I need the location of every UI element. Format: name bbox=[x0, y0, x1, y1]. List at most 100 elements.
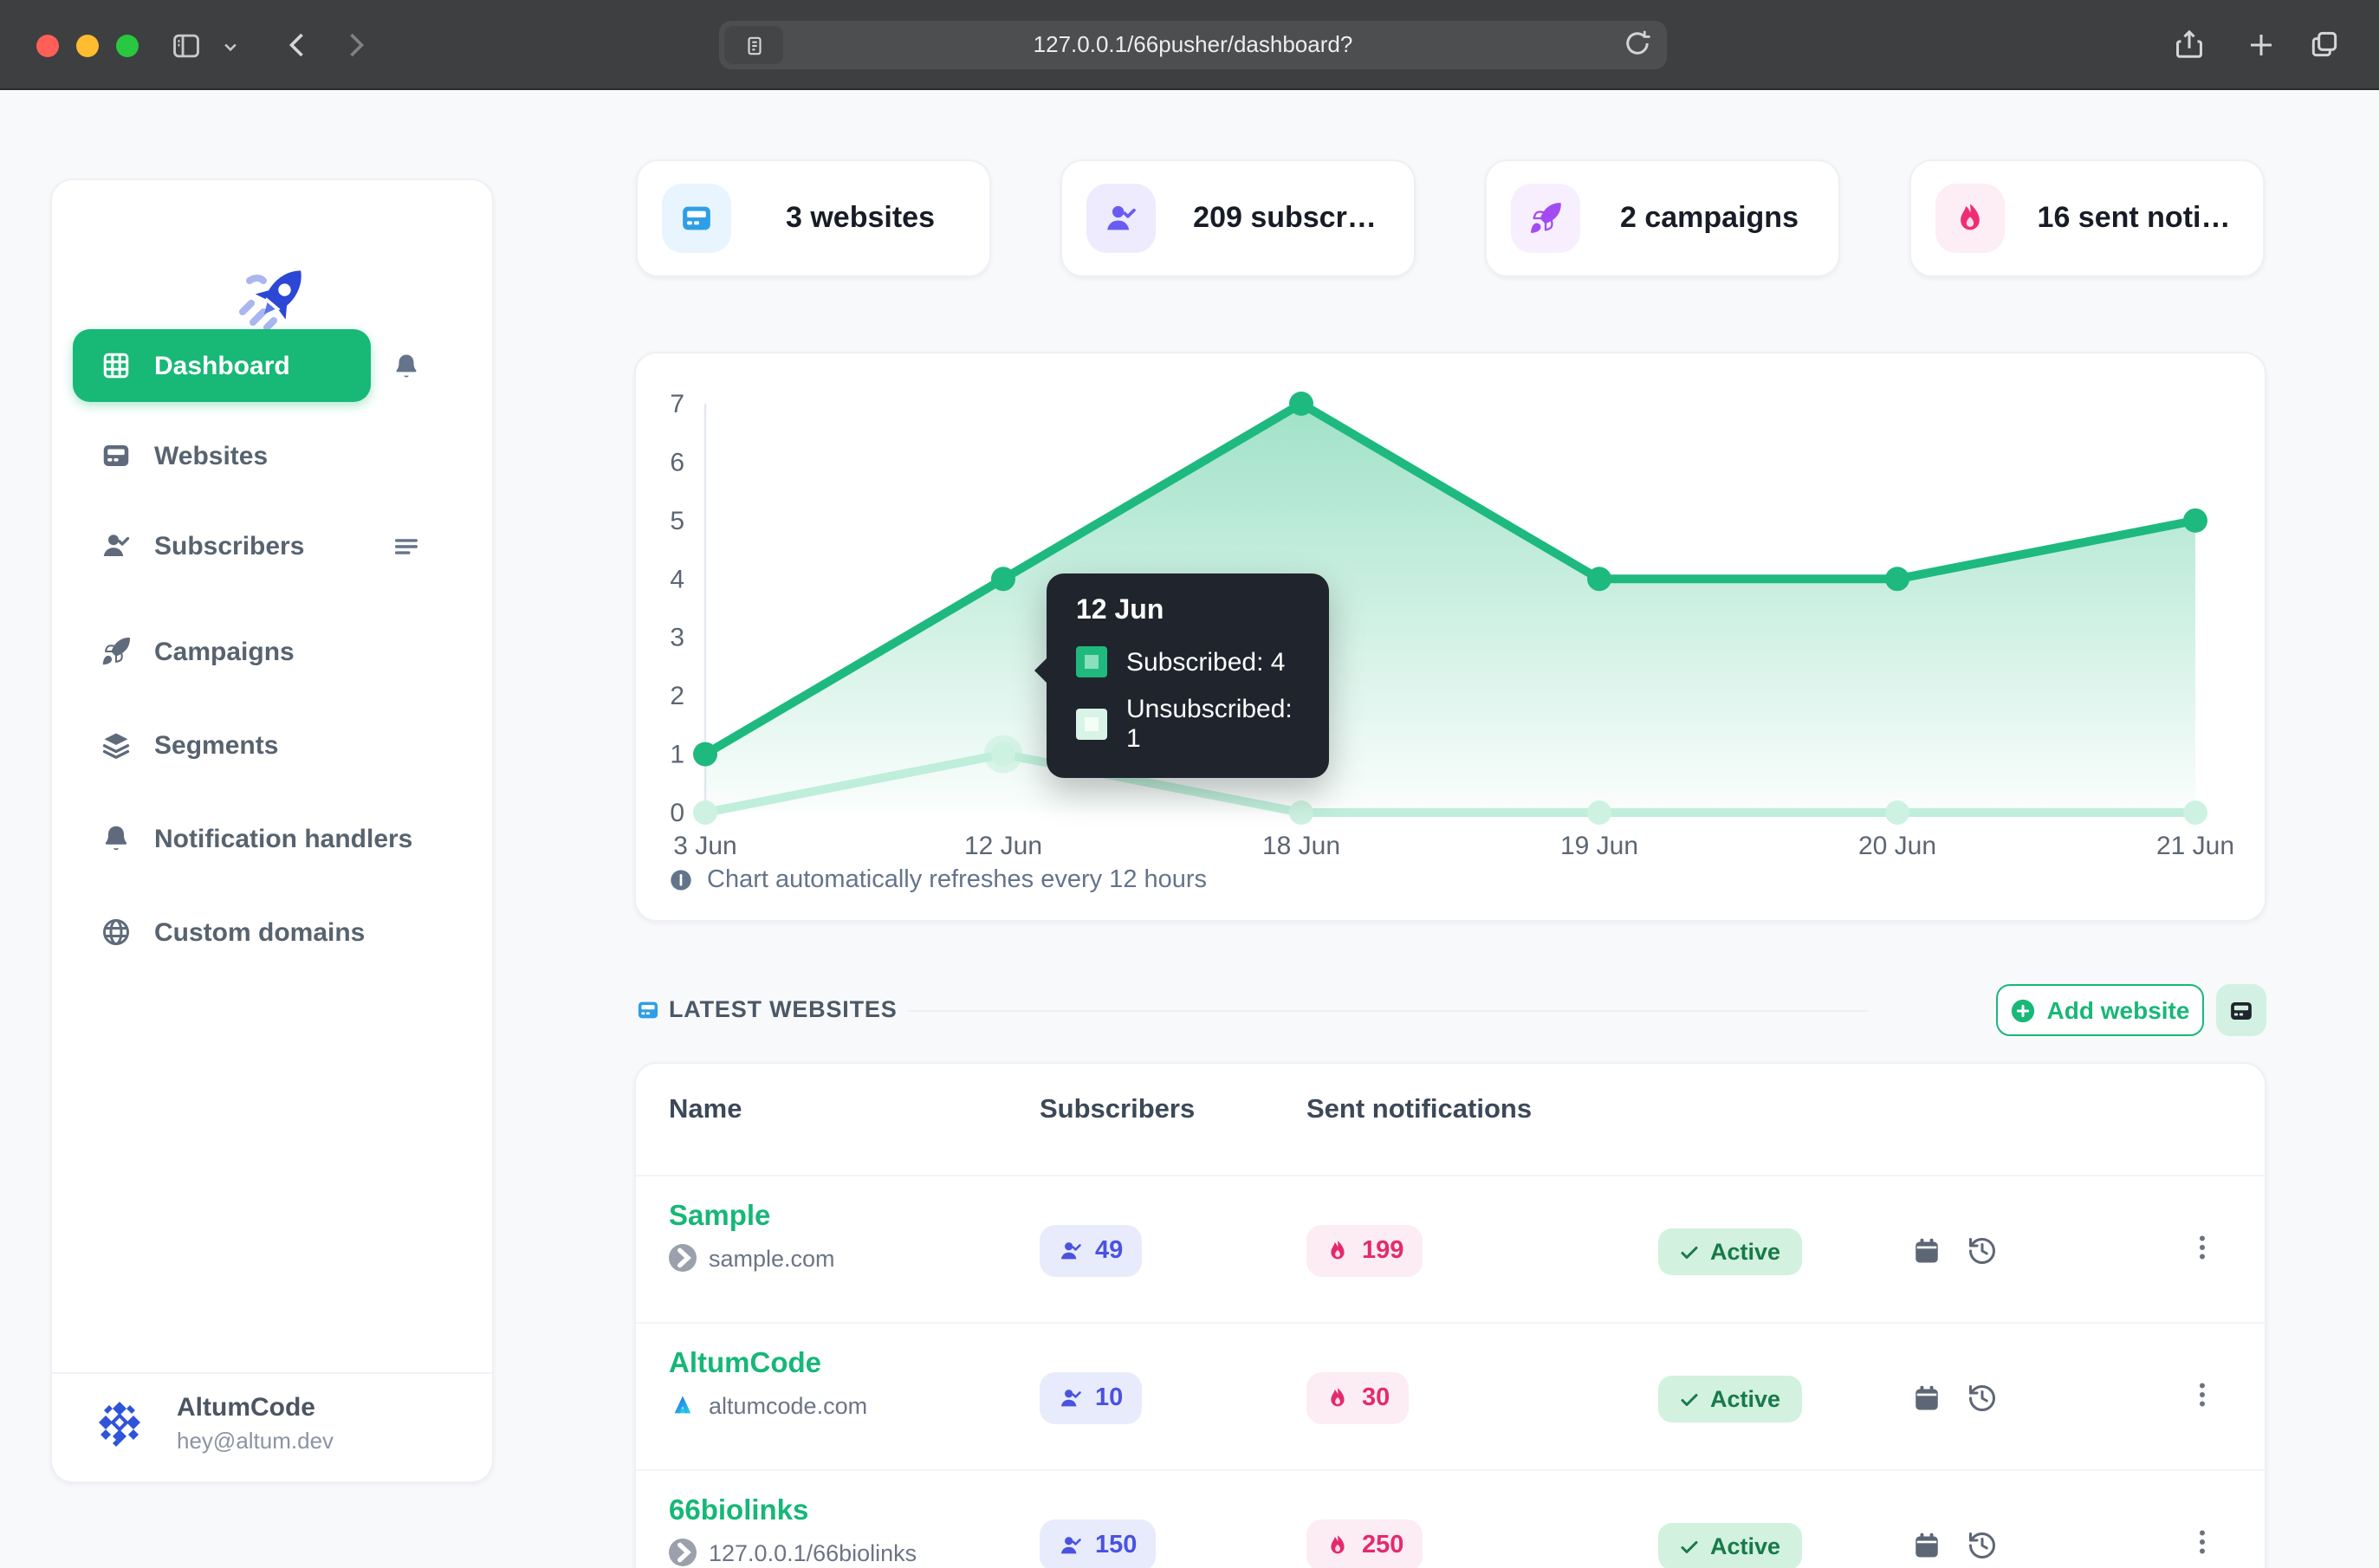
row-menu-button[interactable] bbox=[2187, 1379, 2218, 1410]
chart-tooltip: 12 Jun Subscribed: 4 Unsubscribed: 1 bbox=[1034, 573, 1329, 778]
website-name-link[interactable]: Sample bbox=[669, 1201, 835, 1234]
stat-label: 3 websites bbox=[786, 201, 935, 234]
sidebar-item-label: Dashboard bbox=[154, 351, 290, 380]
section-title-text: LATEST WEBSITES bbox=[669, 996, 898, 1022]
card-icon bbox=[2228, 997, 2254, 1023]
stat-label: 16 sent noti… bbox=[2037, 201, 2231, 234]
header-divider bbox=[908, 1010, 1868, 1012]
website-url[interactable]: 127.0.0.1/66biolinks bbox=[669, 1539, 917, 1566]
calendar-button[interactable] bbox=[1911, 1235, 1942, 1267]
tooltip-title: 12 Jun bbox=[1076, 596, 1164, 625]
tab-overview-icon[interactable] bbox=[2308, 28, 2341, 61]
bell-icon bbox=[100, 823, 132, 854]
svg-text:21 Jun: 21 Jun bbox=[2156, 832, 2234, 860]
sidebar-item-dashboard[interactable]: Dashboard bbox=[73, 329, 371, 402]
sidebar-item-campaigns[interactable]: Campaigns bbox=[73, 615, 371, 688]
subscribers-chart[interactable]: 0 1 2 3 4 5 6 7 3 Jun 12 Jun 18 Jun 19 Jun 20 Jun 21 … bbox=[636, 353, 2268, 863]
browser-chrome: 127.0.0.1/66pusher/dashboard? bbox=[0, 0, 2379, 90]
website-url-text: altumcode.com bbox=[709, 1392, 868, 1418]
info-icon bbox=[669, 868, 693, 892]
url-text[interactable]: 127.0.0.1/66pusher/dashboard? bbox=[788, 21, 1598, 69]
chevron-down-icon[interactable] bbox=[222, 38, 239, 55]
svg-text:1: 1 bbox=[670, 741, 684, 769]
website-name-link[interactable]: AltumCode bbox=[669, 1348, 867, 1381]
tooltip-arrow bbox=[1034, 657, 1048, 684]
websites-list-button[interactable] bbox=[2216, 984, 2266, 1036]
forward-button[interactable] bbox=[340, 29, 371, 61]
flame-icon bbox=[1326, 1533, 1350, 1558]
tooltip-row: Unsubscribed: 1 bbox=[1076, 695, 1305, 754]
subscribers-badge: 49 bbox=[1040, 1225, 1143, 1277]
sidebar-item-subscribers[interactable]: Subscribers bbox=[73, 509, 371, 582]
table-row-altumcode: AltumCode altumcode.com 10 30 Active bbox=[636, 1322, 2268, 1471]
flame-icon bbox=[1326, 1386, 1350, 1410]
svg-text:4: 4 bbox=[670, 565, 684, 593]
grid-icon bbox=[100, 350, 132, 381]
subscribers-badge: 10 bbox=[1040, 1372, 1143, 1424]
website-url[interactable]: sample.com bbox=[669, 1244, 835, 1272]
sidebar-item-custom-domains[interactable]: Custom domains bbox=[73, 896, 371, 969]
user-account[interactable]: AltumCode hey@altum.dev bbox=[90, 1393, 334, 1454]
stat-label: 209 subscr… bbox=[1193, 201, 1377, 234]
user-check-icon bbox=[1059, 1533, 1083, 1558]
table-row-66biolinks: 66biolinks 127.0.0.1/66biolinks 150 250 Acti… bbox=[636, 1469, 2268, 1568]
add-website-label: Add website bbox=[2046, 996, 2190, 1024]
menu-icon[interactable] bbox=[392, 531, 421, 560]
dashboard-page: Dashboard Websites Subscribers Campaigns Seg… bbox=[0, 90, 2379, 1568]
reader-icon[interactable] bbox=[724, 26, 783, 64]
zoom-window-button[interactable] bbox=[115, 34, 138, 56]
card-icon bbox=[100, 440, 132, 471]
svg-text:6: 6 bbox=[670, 448, 684, 476]
sidebar-item-notification-handlers[interactable]: Notification handlers bbox=[73, 802, 412, 875]
sidebar-item-label: Campaigns bbox=[154, 637, 295, 666]
row-menu-button[interactable] bbox=[2187, 1232, 2218, 1263]
chart-refresh-note: Chart automatically refreshes every 12 h… bbox=[669, 866, 1207, 894]
check-icon bbox=[1679, 1536, 1700, 1557]
website-name-link[interactable]: 66biolinks bbox=[669, 1495, 917, 1528]
new-tab-icon[interactable] bbox=[2246, 29, 2277, 61]
close-window-button[interactable] bbox=[36, 34, 58, 56]
rocket-icon bbox=[100, 636, 132, 667]
history-button[interactable] bbox=[1967, 1530, 1998, 1561]
stat-card-2-campaigns[interactable]: 2 campaigns bbox=[1485, 159, 1840, 277]
website-name-cell: 66biolinks 127.0.0.1/66biolinks bbox=[669, 1495, 917, 1566]
svg-text:19 Jun: 19 Jun bbox=[1560, 832, 1638, 860]
add-website-button[interactable]: Add website bbox=[1996, 984, 2204, 1036]
back-button[interactable] bbox=[282, 29, 314, 61]
status-badge: Active bbox=[1658, 1228, 1802, 1275]
sidebar-item-segments[interactable]: Segments bbox=[73, 709, 371, 781]
chevron-right-icon bbox=[669, 1539, 697, 1566]
sidebar-item-label: Custom domains bbox=[154, 917, 366, 947]
sidebar: Dashboard Websites Subscribers Campaigns Seg… bbox=[50, 178, 496, 1483]
avatar bbox=[90, 1394, 149, 1453]
website-favicon bbox=[669, 1391, 697, 1419]
website-url[interactable]: altumcode.com bbox=[669, 1391, 867, 1419]
column-header-name: Name bbox=[669, 1095, 742, 1124]
address-bar[interactable]: 127.0.0.1/66pusher/dashboard? bbox=[719, 21, 1667, 69]
calendar-button[interactable] bbox=[1911, 1530, 1942, 1561]
svg-text:20 Jun: 20 Jun bbox=[1858, 832, 1936, 860]
card-icon bbox=[662, 184, 731, 253]
history-button[interactable] bbox=[1967, 1383, 1998, 1414]
sent-notifications-badge: 30 bbox=[1306, 1372, 1410, 1424]
svg-text:3 Jun: 3 Jun bbox=[673, 832, 736, 860]
share-icon[interactable] bbox=[2173, 26, 2206, 62]
flame-icon bbox=[1935, 184, 2005, 253]
stat-card-3-websites[interactable]: 3 websites bbox=[636, 159, 991, 277]
svg-text:7: 7 bbox=[670, 390, 684, 418]
rocket-icon bbox=[1511, 184, 1580, 253]
history-button[interactable] bbox=[1967, 1235, 1998, 1267]
row-menu-button[interactable] bbox=[2187, 1526, 2218, 1558]
sidebar-item-websites[interactable]: Websites bbox=[73, 419, 371, 492]
reload-icon[interactable] bbox=[1622, 28, 1653, 68]
svg-text:5: 5 bbox=[670, 507, 684, 535]
minimize-window-button[interactable] bbox=[75, 34, 98, 56]
sent-notifications-badge: 199 bbox=[1306, 1225, 1423, 1277]
stat-card-209-subscr-[interactable]: 209 subscr… bbox=[1060, 159, 1416, 277]
stat-card-16-sent-noti-[interactable]: 16 sent noti… bbox=[1909, 159, 2265, 277]
latest-websites-header: LATEST WEBSITES Add website bbox=[634, 984, 2266, 1036]
sidebar-toggle-icon[interactable] bbox=[170, 29, 203, 62]
calendar-button[interactable] bbox=[1911, 1383, 1942, 1414]
bell-icon[interactable] bbox=[392, 351, 421, 380]
svg-text:0: 0 bbox=[670, 799, 684, 827]
